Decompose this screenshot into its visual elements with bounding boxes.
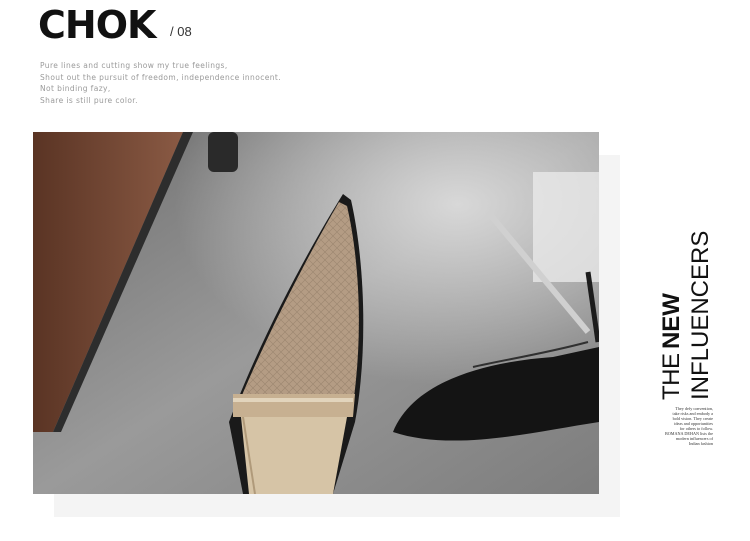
side-feature: THE NEW INFLUENCERS They defy convention… — [658, 231, 719, 448]
side-note-line: Indian fashion — [688, 441, 713, 446]
tagline-line: Shout out the pursuit of freedom, indepe… — [40, 72, 282, 82]
headline-the: THE — [658, 353, 685, 401]
tagline-line: Pure lines and cutting show my true feel… — [40, 61, 228, 70]
vertical-headline: THE NEW INFLUENCERS — [658, 231, 719, 401]
brand-logo: CHOK — [38, 3, 156, 47]
product-photo — [33, 132, 599, 494]
page-number: / 08 — [170, 24, 192, 39]
side-note: They defy convention, take risks and emb… — [659, 406, 713, 446]
shoe-sole-image — [33, 132, 599, 494]
tagline-line: Share is still pure color. — [40, 95, 138, 105]
headline-influencers: INFLUENCERS — [687, 230, 714, 400]
tagline-line: Not binding fazy, — [40, 84, 111, 93]
headline-new: NEW — [658, 293, 685, 350]
tagline: Pure lines and cutting show my true feel… — [40, 60, 281, 106]
